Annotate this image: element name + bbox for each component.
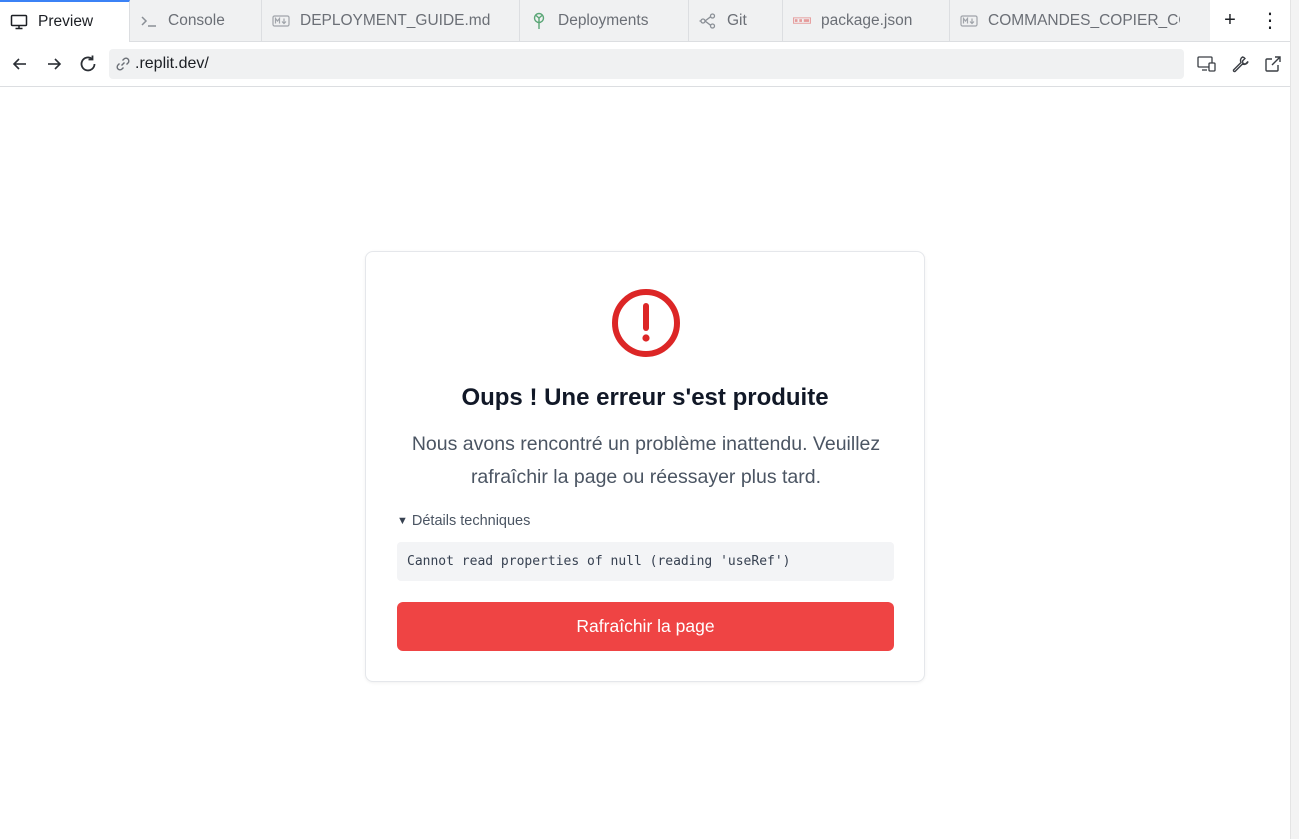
page-scrollbar[interactable] [1290, 0, 1299, 839]
error-title: Oups ! Une erreur s'est produite [461, 384, 829, 411]
tab-label: DEPLOYMENT_GUIDE.md [300, 12, 491, 29]
tab-git[interactable]: Git [689, 0, 783, 42]
error-message: Nous avons rencontré un problème inatten… [411, 433, 881, 488]
address-tools [1190, 47, 1289, 81]
monitor-icon [10, 13, 28, 31]
kebab-menu-icon: ⋮ [1260, 10, 1280, 32]
back-button[interactable] [3, 47, 37, 81]
url-text: .replit.dev/ [135, 55, 209, 72]
tab-package-json[interactable]: package.json [783, 0, 950, 42]
markdown-file-icon [272, 12, 290, 30]
refresh-page-button[interactable]: Rafraîchir la page [397, 602, 894, 651]
tab-deployments[interactable]: Deployments [520, 0, 689, 42]
responsive-devices-button[interactable] [1190, 47, 1223, 81]
tab-label: COMMANDES_COPIER_COLL [988, 12, 1180, 29]
tab-commandes[interactable]: COMMANDES_COPIER_COLL [950, 0, 1180, 42]
arrow-right-icon [48, 58, 62, 70]
address-bar: .replit.dev/ [0, 42, 1290, 87]
error-card: Oups ! Une erreur s'est produite Nous av… [365, 251, 925, 682]
link-icon [115, 55, 133, 73]
tab-preview[interactable]: Preview [0, 0, 130, 42]
terminal-icon [140, 12, 158, 30]
reload-button[interactable] [71, 47, 105, 81]
tab-label: Preview [38, 13, 94, 30]
tab-list: Preview Console DEPLOYMENT_GUIDE.md Depl… [0, 0, 1180, 42]
devices-icon [1196, 56, 1216, 72]
reload-icon [80, 55, 96, 72]
alert-circle-icon [612, 289, 680, 357]
plus-icon: + [1224, 9, 1236, 31]
error-details-code: Cannot read properties of null (reading … [397, 542, 894, 581]
wrench-icon [1232, 56, 1249, 73]
devtools-button[interactable] [1223, 47, 1256, 81]
details-label: Détails techniques [411, 513, 531, 529]
more-options-button[interactable]: ⋮ [1250, 0, 1290, 42]
deployments-icon [530, 12, 548, 30]
tab-label: package.json [821, 12, 913, 29]
open-new-window-button[interactable] [1256, 47, 1289, 81]
tab-label: Git [727, 12, 747, 29]
url-field[interactable]: .replit.dev/ [109, 49, 1184, 79]
forward-button[interactable] [37, 47, 71, 81]
triangle-down-icon: ▼ [397, 515, 408, 527]
tab-console[interactable]: Console [130, 0, 262, 42]
arrow-left-icon [12, 58, 26, 70]
npm-icon [793, 12, 811, 30]
technical-details-toggle[interactable]: ▼ Détails techniques [397, 513, 530, 529]
git-branch-icon [699, 12, 717, 30]
tab-bar: Preview Console DEPLOYMENT_GUIDE.md Depl… [0, 0, 1290, 42]
tab-label: Console [168, 12, 225, 29]
markdown-file-icon [960, 12, 978, 30]
new-tab-button[interactable]: + [1210, 0, 1250, 42]
external-link-icon [1264, 56, 1281, 72]
tab-label: Deployments [558, 12, 649, 29]
tab-actions: + ⋮ [1210, 0, 1290, 41]
tab-deployment-guide[interactable]: DEPLOYMENT_GUIDE.md [262, 0, 520, 42]
